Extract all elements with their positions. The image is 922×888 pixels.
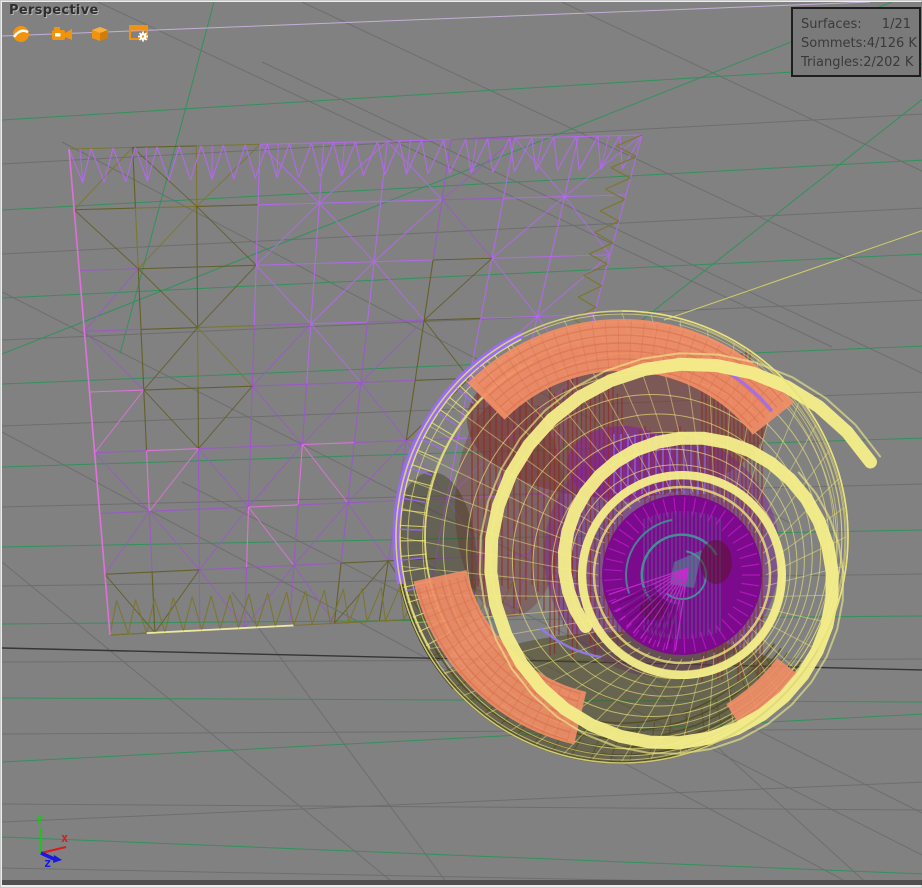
axis-x-label: x bbox=[61, 831, 68, 845]
sphere-model bbox=[387, 311, 880, 782]
axis-x-line bbox=[41, 847, 66, 853]
viewport-mode-label[interactable]: Perspective bbox=[9, 3, 99, 18]
stats-value: 1/21 bbox=[882, 15, 911, 34]
stats-label: Surfaces: bbox=[801, 15, 862, 34]
stats-value: 4/126 K bbox=[867, 34, 917, 53]
stats-panel: Surfaces: 1/21 Sommets: 4/126 K Triangle… bbox=[791, 7, 921, 77]
window-bottom-edge bbox=[2, 880, 922, 885]
stats-row-triangles: Triangles: 2/202 K bbox=[801, 53, 911, 72]
window-frame: Perspective bbox=[0, 0, 922, 888]
stats-value: 2/202 K bbox=[863, 53, 913, 72]
stats-row-vertices: Sommets: 4/126 K bbox=[801, 34, 911, 53]
viewport-toolbar bbox=[10, 23, 153, 44]
cube-shading-button[interactable] bbox=[88, 23, 114, 44]
stats-label: Triangles: bbox=[801, 53, 863, 72]
cube-icon bbox=[88, 24, 112, 44]
stats-row-surfaces: Surfaces: 1/21 bbox=[801, 15, 911, 34]
axis-y-label: y bbox=[36, 811, 43, 825]
window-gear-icon bbox=[127, 23, 153, 44]
axis-z-label: z bbox=[44, 856, 51, 870]
viewport-settings-button[interactable] bbox=[127, 23, 153, 44]
3d-viewport[interactable]: Perspective bbox=[2, 2, 922, 880]
camera-icon bbox=[49, 24, 75, 44]
ground-grid bbox=[2, 2, 922, 880]
eye-icon bbox=[10, 24, 34, 44]
iris bbox=[602, 495, 762, 655]
stats-label: Sommets: bbox=[801, 34, 867, 53]
eye-visibility-button[interactable] bbox=[10, 23, 36, 44]
axis-z-arrowhead bbox=[53, 855, 62, 863]
scene-canvas[interactable] bbox=[2, 2, 922, 880]
axis-gizmo: y x z bbox=[18, 806, 88, 880]
camera-view-button[interactable] bbox=[49, 23, 75, 44]
